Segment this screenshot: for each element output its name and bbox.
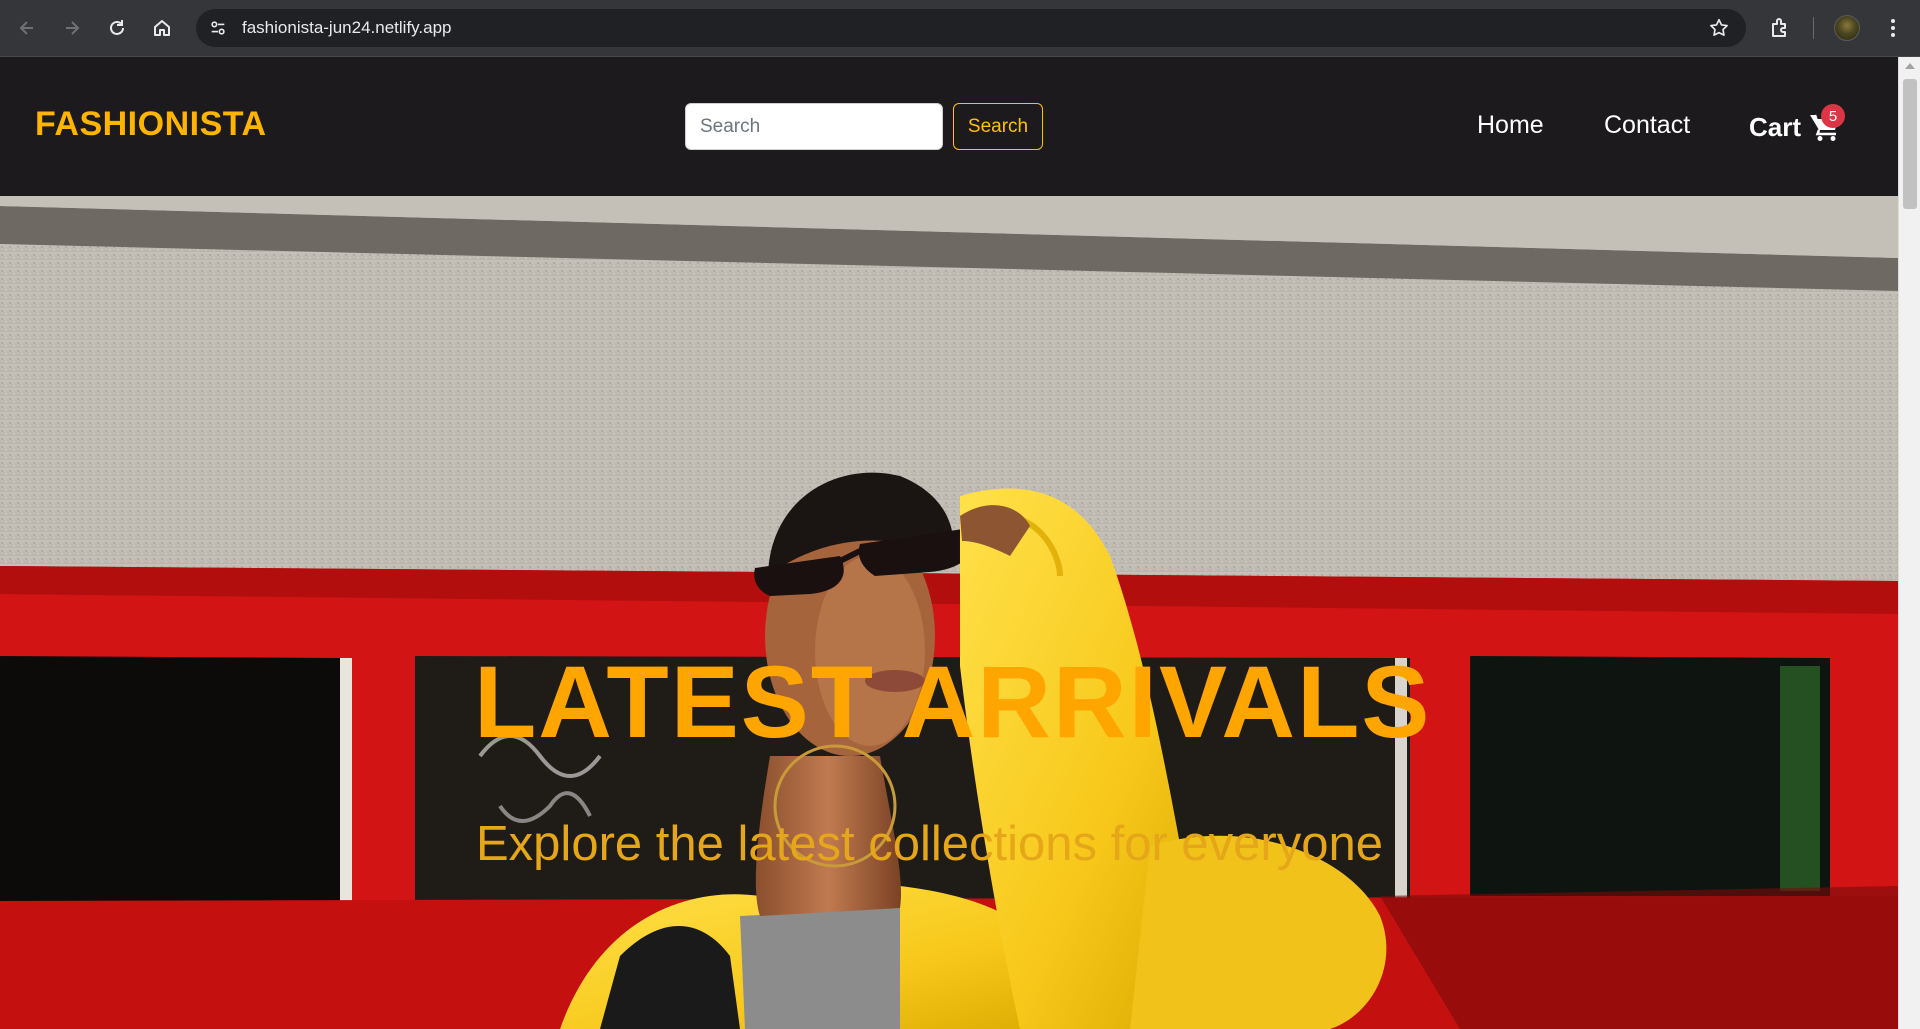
cart-count-badge: 5: [1821, 104, 1845, 128]
scrollbar-thumb[interactable]: [1903, 79, 1917, 209]
home-icon: [154, 20, 170, 36]
hero-title: LATEST ARRIVALS: [474, 645, 1432, 759]
back-button[interactable]: [13, 14, 41, 42]
page-scrollbar[interactable]: [1898, 57, 1920, 1029]
forward-arrow-icon: [66, 21, 80, 35]
scroll-up-arrow-icon[interactable]: [1905, 63, 1915, 69]
back-arrow-icon: [19, 21, 33, 35]
browser-toolbar: fashionista-jun24.netlify.app: [0, 0, 1920, 57]
hero-background-photo: [0, 196, 1898, 1029]
nav-link-home[interactable]: Home: [1477, 111, 1544, 140]
page-viewport: FASHIONISTA Search Home Contact Cart 5: [0, 57, 1898, 1029]
reload-icon: [110, 20, 124, 35]
toolbar-divider: [1813, 17, 1814, 39]
search-button[interactable]: Search: [953, 103, 1043, 150]
profile-avatar[interactable]: [1834, 15, 1860, 41]
site-navbar: FASHIONISTA Search Home Contact Cart 5: [0, 57, 1898, 196]
kebab-menu-icon[interactable]: [1880, 15, 1906, 41]
hero-banner: LATEST ARRIVALS Explore the latest colle…: [0, 196, 1898, 1029]
extensions-icon[interactable]: [1768, 15, 1794, 41]
forward-button[interactable]: [58, 14, 86, 42]
url-text: fashionista-jun24.netlify.app: [242, 18, 452, 37]
site-info-icon[interactable]: [204, 14, 232, 42]
cart-label: Cart: [1749, 111, 1802, 142]
home-button[interactable]: [148, 14, 176, 42]
bookmark-star-icon[interactable]: [1708, 17, 1730, 39]
hero-subtitle: Explore the latest collections for every…: [476, 817, 1383, 871]
reload-button[interactable]: [103, 14, 131, 42]
brand-logo[interactable]: FASHIONISTA: [35, 105, 267, 144]
nav-link-contact[interactable]: Contact: [1604, 111, 1690, 140]
search-input[interactable]: [685, 103, 943, 150]
address-bar[interactable]: fashionista-jun24.netlify.app: [196, 9, 1746, 47]
